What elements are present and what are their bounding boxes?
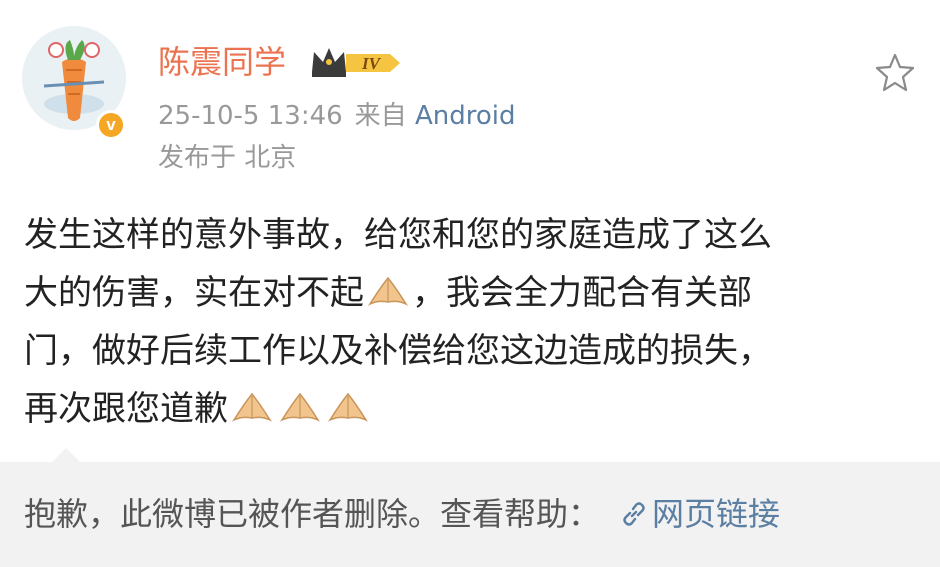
level-crown-icon[interactable]: IV (310, 46, 402, 80)
link-icon (623, 502, 645, 526)
verified-v-icon: v (96, 110, 126, 140)
post-content: 发生这样的意外事故，给您和您的家庭造成了这么 大的伤害，实在对不起 ，我会全力配合… (24, 206, 924, 438)
web-link[interactable]: 网页链接 (652, 495, 780, 533)
pray-hands-emoji (231, 392, 273, 422)
content-line: 再次跟您道歉 (24, 380, 924, 438)
content-line: 门，做好后续工作以及补偿给您这边造成的损失， (24, 331, 772, 371)
post-location: 发布于 北京 (158, 143, 297, 173)
star-icon[interactable] (874, 52, 916, 94)
pray-hands-emoji (367, 276, 409, 306)
weibo-post-card: v 陈震同学 IV 25-10-5 13:46 来自 Android 发布于 北京… (0, 0, 940, 462)
deleted-notice: 抱歉，此微博已被作者删除。查看帮助： 网页链接 (24, 492, 780, 536)
source-link[interactable]: Android (415, 101, 516, 131)
source-prefix: 来自 (354, 101, 407, 131)
pray-hands-emoji (327, 392, 369, 422)
username[interactable]: 陈震同学 (158, 42, 286, 82)
deleted-notice-bar: 抱歉，此微博已被作者删除。查看帮助： 网页链接 (0, 462, 940, 567)
content-line: 大的伤害，实在对不起 ，我会全力配合有关部 (24, 273, 752, 313)
pray-hands-emoji (279, 392, 321, 422)
level-badge-text: IV (361, 54, 382, 73)
post-date: 25-10-5 13:46 (158, 101, 343, 131)
deleted-notice-text: 抱歉，此微博已被作者删除。查看帮助： (24, 495, 601, 533)
post-meta: 25-10-5 13:46 来自 Android (158, 98, 515, 134)
content-line: 发生这样的意外事故，给您和您的家庭造成了这么 (24, 215, 772, 255)
